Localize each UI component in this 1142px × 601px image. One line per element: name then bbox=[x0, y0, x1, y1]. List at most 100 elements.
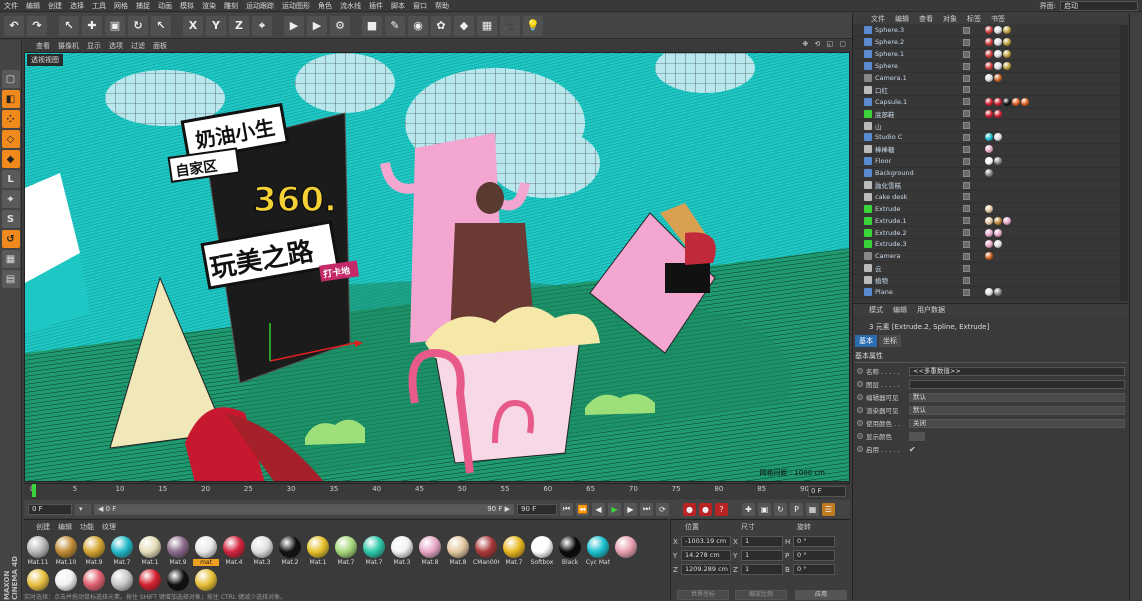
object-row[interactable]: cake desk bbox=[853, 191, 1129, 204]
menu-item[interactable]: 模拟 bbox=[180, 1, 194, 11]
menu-item[interactable]: 雕刻 bbox=[224, 1, 238, 11]
workplane-icon[interactable]: ▦ bbox=[1, 250, 20, 268]
material-swatch[interactable]: CMan006 bbox=[473, 536, 499, 566]
material-tag-icon[interactable] bbox=[985, 288, 993, 297]
attribute-menu-item[interactable]: 编辑 bbox=[893, 305, 907, 315]
object-name[interactable]: 口红 bbox=[875, 85, 888, 95]
attribute-dropdown[interactable]: 默认 bbox=[909, 405, 1125, 415]
material-swatch[interactable]: Black bbox=[558, 536, 582, 566]
object-row[interactable]: Extrude bbox=[853, 203, 1129, 216]
size-field[interactable]: 1 bbox=[741, 550, 783, 561]
material-swatch[interactable] bbox=[166, 569, 190, 591]
rotate-icon[interactable]: ↻ bbox=[128, 15, 148, 36]
current-frame-field[interactable]: 0 F bbox=[808, 486, 846, 497]
material-tag-icon[interactable] bbox=[985, 240, 993, 249]
right-tab-strip[interactable] bbox=[1129, 13, 1142, 600]
keyframe-selection-icon[interactable]: ? bbox=[715, 502, 728, 516]
material-swatch[interactable]: Mat.10 bbox=[54, 536, 78, 566]
material-swatch[interactable]: Mat.9 bbox=[166, 536, 190, 566]
position-field[interactable]: 14.278 cm bbox=[681, 550, 731, 561]
menu-item[interactable]: 捕捉 bbox=[136, 1, 150, 11]
object-row[interactable]: Sphere bbox=[853, 61, 1129, 73]
lock-workplane-icon[interactable]: ▤ bbox=[1, 270, 20, 288]
object-name[interactable]: 山 bbox=[875, 121, 882, 131]
material-swatch[interactable] bbox=[82, 569, 106, 591]
last-tool-icon[interactable]: ↖ bbox=[151, 15, 171, 36]
visibility-toggle[interactable] bbox=[963, 229, 970, 237]
object-row[interactable]: Sphere.1 bbox=[853, 49, 1129, 61]
size-field[interactable]: 1 bbox=[741, 536, 783, 547]
record-icon[interactable]: ● bbox=[683, 502, 696, 516]
material-tag-icon[interactable] bbox=[1021, 97, 1029, 106]
material-menu-item[interactable]: 编辑 bbox=[58, 522, 72, 532]
object-name[interactable]: Extrude.1 bbox=[875, 217, 907, 225]
magnet-icon[interactable]: ↺ bbox=[1, 230, 20, 248]
position-field[interactable]: -1003.19 cm bbox=[681, 536, 731, 547]
material-tag-icon[interactable] bbox=[985, 157, 993, 166]
material-swatch[interactable]: Mat.1 bbox=[138, 536, 162, 566]
timeline-playhead[interactable] bbox=[32, 484, 36, 497]
material-tag-icon[interactable] bbox=[985, 252, 993, 261]
size-mode-select[interactable]: 缩放比例 bbox=[735, 590, 787, 600]
object-menu-item[interactable]: 文件 bbox=[871, 14, 885, 24]
material-tag-icon[interactable] bbox=[994, 62, 1002, 71]
object-name[interactable]: Capsule.1 bbox=[875, 98, 907, 106]
material-swatch[interactable]: Mat.4 bbox=[222, 536, 246, 566]
object-name[interactable]: 植物 bbox=[875, 275, 888, 285]
material-swatch[interactable]: Softbox bbox=[530, 536, 554, 566]
visibility-toggle[interactable] bbox=[963, 264, 970, 272]
object-name[interactable]: cake desk bbox=[875, 193, 907, 201]
material-swatch[interactable] bbox=[194, 569, 218, 591]
redo-icon[interactable]: ↷ bbox=[27, 15, 47, 36]
material-menu-item[interactable]: 功能 bbox=[80, 522, 94, 532]
object-name[interactable]: Camera.1 bbox=[875, 74, 907, 82]
nurbs-icon[interactable]: ◉ bbox=[408, 15, 428, 36]
autokey-icon[interactable]: ● bbox=[699, 502, 712, 516]
object-row[interactable]: Extrude.1 bbox=[853, 215, 1129, 228]
axis-mode-icon[interactable]: L bbox=[1, 170, 20, 188]
material-swatch[interactable]: Mat.8 bbox=[446, 536, 470, 566]
rotation-field[interactable]: 0 ° bbox=[793, 564, 835, 575]
key-position-icon[interactable]: ✚ bbox=[742, 502, 755, 516]
material-swatch[interactable] bbox=[110, 569, 134, 591]
menu-item[interactable]: 流水线 bbox=[340, 1, 361, 11]
object-menu-item[interactable]: 对象 bbox=[943, 14, 957, 24]
tab-basic[interactable]: 基本 bbox=[855, 335, 877, 347]
viewport-menu-item[interactable]: 面板 bbox=[153, 41, 167, 51]
material-swatch[interactable]: Mat.3 bbox=[250, 536, 274, 566]
visibility-toggle[interactable] bbox=[963, 240, 970, 248]
visibility-toggle[interactable] bbox=[963, 62, 970, 70]
object-row[interactable]: 融化雪糕 bbox=[853, 180, 1129, 192]
visibility-toggle[interactable] bbox=[963, 50, 970, 58]
z-axis-icon[interactable]: Z bbox=[229, 15, 249, 36]
model-mode-icon[interactable]: ▢ bbox=[1, 70, 20, 88]
animate-radio[interactable] bbox=[857, 446, 863, 452]
position-field[interactable]: 1209.289 cm bbox=[681, 564, 731, 575]
menu-item[interactable]: 文件 bbox=[4, 1, 18, 11]
render-picture-icon[interactable]: ▶ bbox=[307, 15, 327, 36]
viewport-menu-item[interactable]: 显示 bbox=[87, 41, 101, 51]
object-row[interactable]: Sphere.3 bbox=[853, 25, 1129, 37]
scene-icon[interactable]: ▦ bbox=[477, 15, 497, 36]
material-swatch[interactable]: Mat.1 bbox=[306, 536, 330, 566]
object-menu-item[interactable]: 书签 bbox=[991, 14, 1005, 24]
goto-start-icon[interactable]: ⏮ bbox=[560, 502, 573, 516]
material-tag-icon[interactable] bbox=[985, 26, 993, 35]
material-tag-icon[interactable] bbox=[1012, 97, 1020, 106]
cube-icon[interactable]: ■ bbox=[362, 15, 382, 36]
texture-mode-icon[interactable]: ◧ bbox=[1, 90, 20, 108]
object-row[interactable]: Floor bbox=[853, 156, 1129, 168]
spline-icon[interactable]: ✎ bbox=[385, 15, 405, 36]
points-mode-icon[interactable]: ⁘ bbox=[1, 110, 20, 128]
material-tag-icon[interactable] bbox=[1003, 38, 1011, 47]
object-name[interactable]: Sphere.3 bbox=[875, 26, 904, 34]
key-pla-icon[interactable]: ▦ bbox=[806, 502, 819, 516]
snap-icon[interactable]: S bbox=[1, 210, 20, 228]
menu-item[interactable]: 网格 bbox=[114, 1, 128, 11]
material-swatch[interactable]: Mat.11 bbox=[26, 536, 50, 566]
next-frame-icon[interactable]: ▶ bbox=[624, 502, 637, 516]
layout-select[interactable]: 启动 bbox=[1060, 1, 1138, 11]
material-swatch[interactable]: Mat.2 bbox=[278, 536, 302, 566]
animate-radio[interactable] bbox=[857, 433, 863, 439]
y-axis-icon[interactable]: Y bbox=[206, 15, 226, 36]
